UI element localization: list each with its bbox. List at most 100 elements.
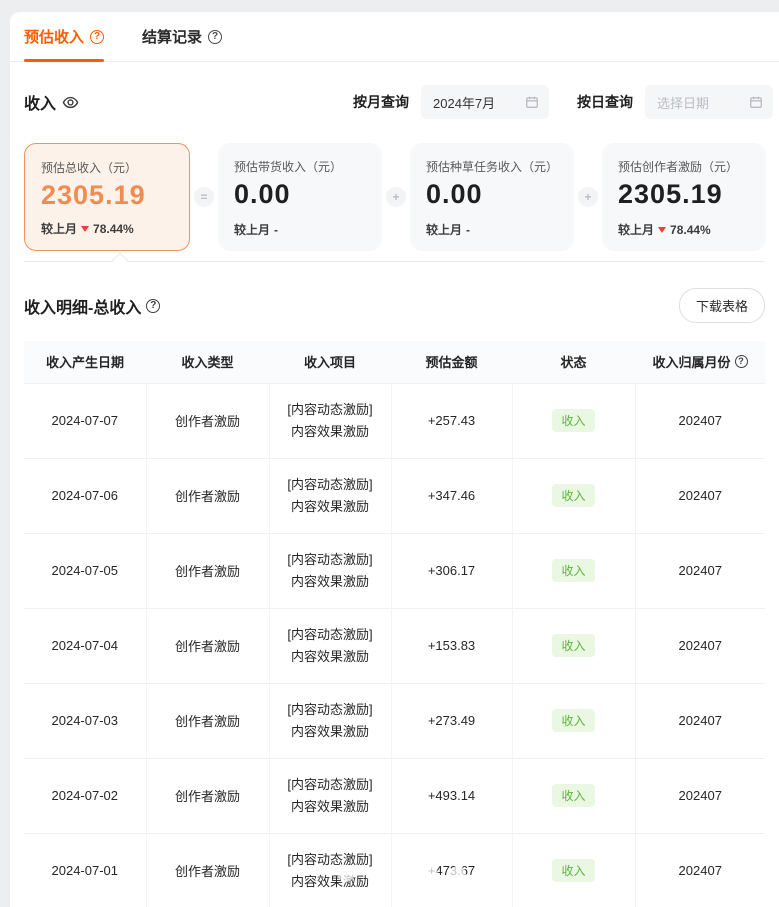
cell-project: [内容动态激励]内容效果激励	[269, 458, 391, 533]
cell-month: 202407	[635, 683, 765, 758]
status-badge: 收入	[552, 559, 594, 582]
section-divider	[24, 261, 765, 262]
operator-separator: +	[382, 143, 410, 251]
table-row: 2024-07-07 创作者激励 [内容动态激励]内容效果激励 +257.43 …	[24, 383, 765, 458]
table-header-row: 收入产生日期 收入类型 收入项目 预估金额 状态 收入归属月份 ?	[24, 341, 765, 383]
col-header-month-label: 收入归属月份	[652, 352, 730, 371]
cell-status: 收入	[512, 608, 635, 683]
active-card-caret	[112, 253, 129, 270]
card-footer: 较上月 -	[234, 221, 366, 238]
eye-icon[interactable]	[62, 94, 79, 111]
compare-label: 较上月	[41, 220, 77, 237]
page: 预估收入 ? 结算记录 ? 收入 按月查询	[0, 0, 779, 907]
month-picker-value: 2024年7月	[433, 93, 495, 112]
calendar-icon	[525, 95, 539, 112]
cell-type: 创作者激励	[146, 683, 269, 758]
col-header-date: 收入产生日期	[24, 341, 146, 383]
cell-amount: +473.67	[391, 833, 512, 907]
detail-header: 收入明细-总收入 ? 下载表格	[10, 288, 779, 323]
tab-bar: 预估收入 ? 结算记录 ?	[10, 12, 779, 62]
cell-project: [内容动态激励]内容效果激励	[269, 533, 391, 608]
cell-amount: +347.46	[391, 458, 512, 533]
help-icon[interactable]: ?	[146, 299, 160, 313]
cell-amount: +273.49	[391, 683, 512, 758]
cell-status: 收入	[512, 833, 635, 907]
day-picker-input[interactable]: 选择日期	[645, 85, 773, 119]
col-header-project: 收入项目	[269, 341, 391, 383]
query-group: 按月查询 2024年7月 按日查询 选择日期	[353, 85, 773, 119]
status-badge: 收入	[552, 709, 594, 732]
card-value: 2305.19	[41, 180, 173, 211]
card-goods-income[interactable]: 预估带货收入（元） 0.00 较上月 -	[218, 143, 382, 251]
income-title-label: 收入	[24, 90, 56, 114]
cell-project: [内容动态激励]内容效果激励	[269, 683, 391, 758]
compare-label: 较上月	[426, 221, 462, 238]
cell-month: 202407	[635, 608, 765, 683]
card-creator-incentive[interactable]: 预估创作者激励（元） 2305.19 较上月 78.44%	[602, 143, 766, 251]
cell-date: 2024-07-01	[24, 833, 146, 907]
change-value: 78.44%	[93, 222, 134, 236]
tab-settlement-records-label: 结算记录	[142, 26, 202, 47]
cell-status: 收入	[512, 683, 635, 758]
cell-month: 202407	[635, 383, 765, 458]
status-badge: 收入	[552, 409, 594, 432]
card-value: 0.00	[234, 179, 366, 210]
day-picker-placeholder: 选择日期	[657, 93, 709, 112]
help-icon[interactable]: ?	[208, 30, 222, 44]
cell-month: 202407	[635, 833, 765, 907]
card-label: 预估总收入（元）	[41, 159, 173, 176]
cell-project: [内容动态激励]内容效果激励	[269, 608, 391, 683]
download-table-button[interactable]: 下载表格	[679, 288, 765, 323]
cell-status: 收入	[512, 533, 635, 608]
month-picker-input[interactable]: 2024年7月	[421, 85, 549, 119]
col-header-status: 状态	[512, 341, 635, 383]
cell-amount: +257.43	[391, 383, 512, 458]
cell-date: 2024-07-06	[24, 458, 146, 533]
cell-month: 202407	[635, 458, 765, 533]
operator-separator: =	[190, 143, 218, 251]
table-row: 2024-07-05 创作者激励 [内容动态激励]内容效果激励 +306.17 …	[24, 533, 765, 608]
help-icon[interactable]: ?	[735, 355, 748, 368]
help-icon[interactable]: ?	[90, 30, 104, 44]
cell-date: 2024-07-07	[24, 383, 146, 458]
compare-label: 较上月	[618, 221, 654, 238]
table-row: 2024-07-06 创作者激励 [内容动态激励]内容效果激励 +347.46 …	[24, 458, 765, 533]
card-value: 2305.19	[618, 179, 750, 210]
card-label: 预估带货收入（元）	[234, 158, 366, 175]
status-badge: 收入	[552, 634, 594, 657]
table-row: 2024-07-04 创作者激励 [内容动态激励]内容效果激励 +153.83 …	[24, 608, 765, 683]
card-value: 0.00	[426, 179, 558, 210]
summary-cards: 预估总收入（元） 2305.19 较上月 78.44% = 预估带货收入（元） …	[10, 143, 779, 251]
table-row: 2024-07-03 创作者激励 [内容动态激励]内容效果激励 +273.49 …	[24, 683, 765, 758]
card-total-income[interactable]: 预估总收入（元） 2305.19 较上月 78.44%	[24, 143, 190, 251]
status-badge: 收入	[552, 859, 594, 882]
change-value: -	[466, 223, 470, 237]
cell-type: 创作者激励	[146, 458, 269, 533]
col-header-month: 收入归属月份 ?	[635, 341, 765, 383]
tab-settlement-records[interactable]: 结算记录 ?	[142, 12, 222, 61]
calendar-icon	[749, 95, 763, 112]
cell-type: 创作者激励	[146, 758, 269, 833]
status-badge: 收入	[552, 484, 594, 507]
month-query-label: 按月查询	[353, 92, 409, 112]
cell-project: [内容动态激励]内容效果激励	[269, 758, 391, 833]
cell-status: 收入	[512, 458, 635, 533]
income-panel: 预估收入 ? 结算记录 ? 收入 按月查询	[10, 12, 779, 907]
equals-icon: =	[194, 187, 214, 207]
cell-date: 2024-07-05	[24, 533, 146, 608]
cell-date: 2024-07-04	[24, 608, 146, 683]
income-table: 收入产生日期 收入类型 收入项目 预估金额 状态 收入归属月份 ? 2024-0…	[24, 341, 765, 907]
change-value: 78.44%	[670, 223, 711, 237]
down-arrow-icon	[81, 226, 89, 232]
cell-type: 创作者激励	[146, 533, 269, 608]
day-query-label: 按日查询	[577, 92, 633, 112]
cell-status: 收入	[512, 383, 635, 458]
cell-type: 创作者激励	[146, 833, 269, 907]
card-seeding-task-income[interactable]: 预估种草任务收入（元） 0.00 较上月 -	[410, 143, 574, 251]
tab-estimated-income[interactable]: 预估收入 ?	[24, 12, 104, 61]
tab-estimated-income-label: 预估收入	[24, 26, 84, 47]
plus-icon: +	[578, 187, 598, 207]
down-arrow-icon	[658, 227, 666, 233]
detail-title: 收入明细-总收入 ?	[24, 294, 160, 318]
cell-amount: +153.83	[391, 608, 512, 683]
